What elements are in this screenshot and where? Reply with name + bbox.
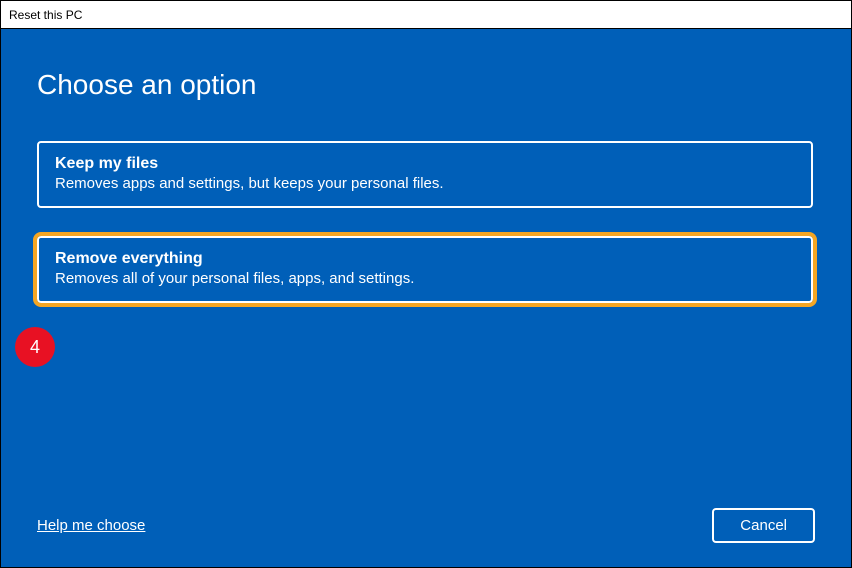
cancel-button[interactable]: Cancel	[712, 508, 815, 543]
option-remove-title: Remove everything	[55, 250, 795, 268]
option-keep-title: Keep my files	[55, 155, 795, 173]
window-title: Reset this PC	[9, 8, 82, 22]
option-keep-desc: Removes apps and settings, but keeps you…	[55, 175, 795, 192]
help-me-choose-link[interactable]: Help me choose	[37, 517, 145, 534]
step-number-badge: 4	[15, 327, 55, 367]
option-remove-everything[interactable]: Remove everything Removes all of your pe…	[37, 236, 813, 303]
content-area: Choose an option Keep my files Removes a…	[1, 29, 851, 567]
footer: Help me choose Cancel	[37, 508, 815, 543]
page-title: Choose an option	[37, 69, 815, 101]
window-titlebar: Reset this PC	[1, 1, 851, 29]
option-remove-desc: Removes all of your personal files, apps…	[55, 270, 795, 287]
option-keep-my-files[interactable]: Keep my files Removes apps and settings,…	[37, 141, 813, 208]
step-number-label: 4	[30, 337, 40, 358]
